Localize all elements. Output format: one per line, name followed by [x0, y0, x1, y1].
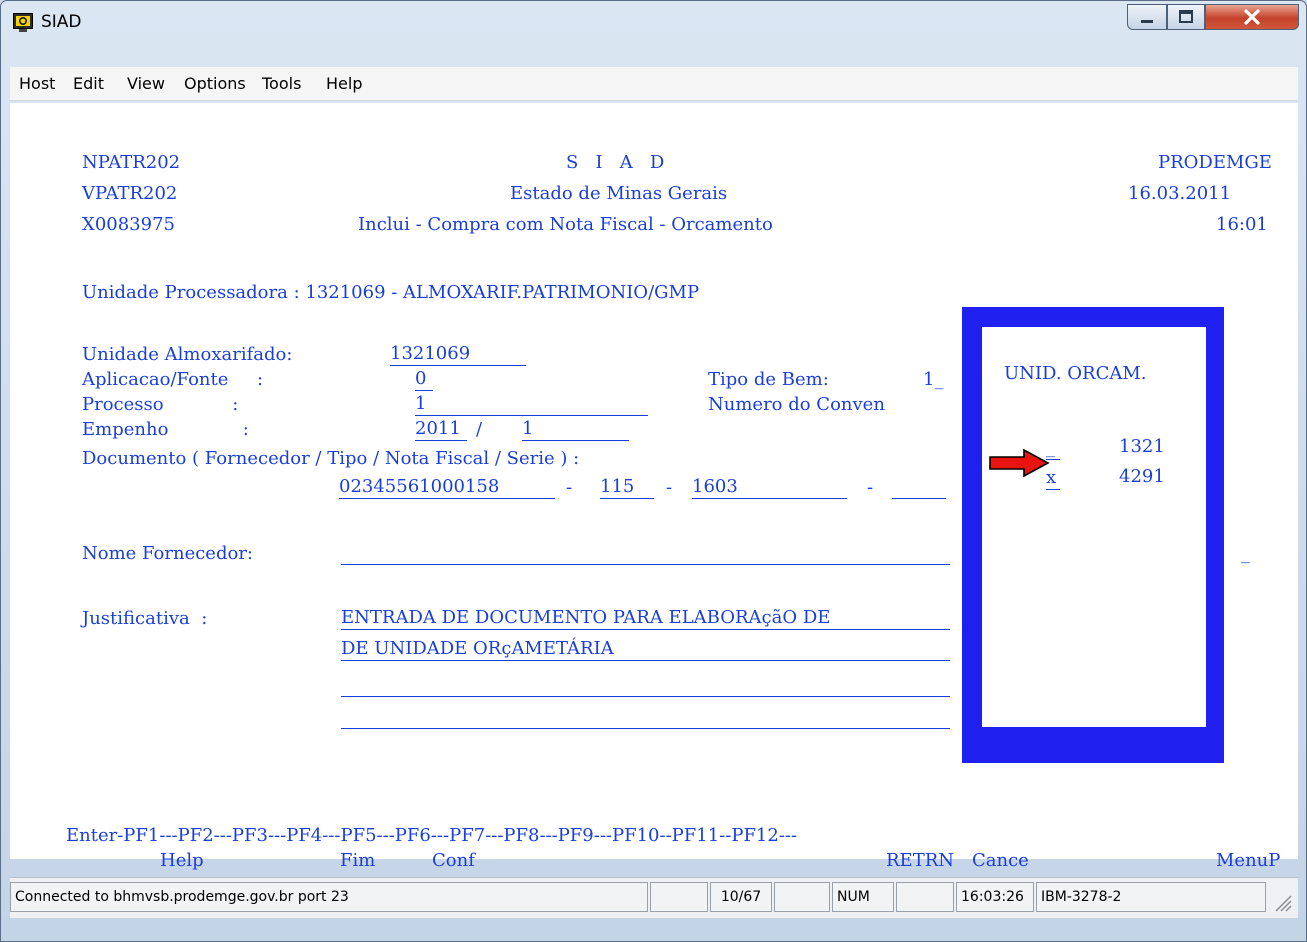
title-bar[interactable]: SIAD: [1, 1, 1306, 45]
program-id: NPATR202: [82, 152, 181, 173]
doc-tipo-field[interactable]: 115: [600, 477, 654, 499]
serie-field[interactable]: [892, 477, 946, 499]
screen-time: 16:01: [1216, 214, 1268, 235]
convenio-label: Numero do Conven: [708, 394, 885, 415]
menu-edit[interactable]: Edit: [73, 74, 104, 93]
almox-label: Unidade Almoxarifado:: [82, 344, 293, 365]
status-time: 16:03:26: [956, 882, 1034, 912]
maximize-icon: [1179, 10, 1193, 23]
nome-fornecedor-label: Nome Fornecedor:: [82, 543, 253, 564]
popup-header: UNID. ORCAM.: [1004, 363, 1147, 384]
num-lock-indicator: NUM: [832, 882, 894, 912]
pf12-menup[interactable]: MenuP: [1216, 850, 1280, 872]
application-window: SIAD Host Edit View Options Tools Help N…: [0, 0, 1307, 942]
unidade-orcamentaria-popup: UNID. ORCAM. _ 1321 x 4291: [962, 307, 1224, 763]
almox-field[interactable]: 1321069: [390, 344, 526, 366]
nome-fornecedor-field[interactable]: [341, 543, 950, 565]
empenho-year-field[interactable]: 2011: [415, 419, 467, 441]
documento-label: Documento ( Fornecedor / Tipo / Nota Fis…: [82, 448, 580, 469]
pf4-conf[interactable]: Conf: [432, 850, 475, 872]
menu-host[interactable]: Host: [19, 74, 55, 93]
view-id: VPATR202: [82, 183, 178, 204]
terminal-app-icon: [13, 13, 33, 32]
menu-options[interactable]: Options: [184, 74, 246, 93]
tipo-bem-field[interactable]: 1_: [923, 369, 943, 391]
state-name: Estado de Minas Gerais: [510, 183, 728, 204]
doc-separator: -: [867, 477, 874, 498]
system-name: S I A D: [566, 152, 665, 173]
tipo-bem-label: Tipo de Bem:: [708, 369, 829, 390]
doc-separator: -: [666, 477, 673, 498]
unid-code-4291: 4291: [1119, 466, 1165, 487]
org-name: PRODEMGE: [1158, 152, 1272, 173]
connection-status: Connected to bhmvsb.prodemge.gov.br port…: [10, 882, 648, 912]
nota-fiscal-field[interactable]: 1603: [692, 477, 847, 499]
user-id: X0083975: [82, 214, 175, 235]
pf-key-line: Enter-PF1---PF2---PF3---PF4---PF5---PF6-…: [66, 825, 798, 846]
menu-help[interactable]: Help: [326, 74, 362, 93]
pf10-cance[interactable]: Cance: [972, 850, 1029, 872]
minimize-button[interactable]: [1127, 4, 1167, 30]
pf1-help[interactable]: Help: [160, 850, 204, 872]
red-arrow-icon: [989, 449, 1050, 477]
unidade-processadora: Unidade Processadora : 1321069 - ALMOXAR…: [82, 282, 700, 303]
fornecedor-cnpj-field[interactable]: 02345561000158: [339, 477, 555, 499]
empenho-slash: /: [476, 419, 483, 440]
empenho-field[interactable]: 1: [522, 419, 629, 441]
justificativa-line-1[interactable]: ENTRADA DE DOCUMENTO PARA ELABORAçãO DE: [341, 608, 950, 630]
justificativa-line-4[interactable]: [341, 707, 950, 729]
justificativa-label: Justificativa :: [82, 608, 208, 629]
cursor-position: 10/67: [710, 882, 772, 912]
doc-separator: -: [566, 477, 573, 498]
aplicacao-field[interactable]: 0: [415, 369, 433, 391]
cursor-mark: _: [1241, 543, 1250, 564]
close-button[interactable]: [1205, 4, 1299, 30]
processo-field[interactable]: 1: [415, 394, 648, 416]
window-title: SIAD: [41, 12, 82, 32]
terminal-screen[interactable]: NPATR202 VPATR202 X0083975 S I A D Estad…: [10, 103, 1298, 871]
justificativa-line-3[interactable]: [341, 675, 950, 697]
screen-title: Inclui - Compra com Nota Fiscal - Orcame…: [358, 214, 773, 235]
status-bar: Connected to bhmvsb.prodemge.gov.br port…: [10, 877, 1298, 918]
status-segment-empty: [896, 882, 954, 912]
processo-label: Processo :: [82, 394, 239, 415]
menu-bar: Host Edit View Options Tools Help: [10, 67, 1298, 101]
screen-date: 16.03.2011: [1128, 183, 1232, 204]
pf9-retrn[interactable]: RETRN: [886, 850, 954, 872]
minimize-icon: [1141, 20, 1153, 23]
menu-tools[interactable]: Tools: [262, 74, 301, 93]
empenho-label: Empenho :: [82, 419, 249, 440]
unid-code-1321: 1321: [1119, 436, 1165, 457]
pf3-fim[interactable]: Fim: [340, 850, 375, 872]
status-segment-empty: [774, 882, 830, 912]
justificativa-line-2[interactable]: DE UNIDADE ORçAMETÁRIA: [341, 639, 950, 661]
resize-grip-icon[interactable]: [1272, 892, 1292, 912]
aplicacao-label: Aplicacao/Fonte :: [82, 369, 264, 390]
terminal-type: IBM-3278-2: [1036, 882, 1266, 912]
maximize-button[interactable]: [1167, 4, 1205, 30]
menu-view[interactable]: View: [127, 74, 165, 93]
status-segment-empty: [650, 882, 708, 912]
close-icon: [1244, 9, 1260, 25]
popup-content: UNID. ORCAM. _ 1321 x 4291: [982, 327, 1206, 727]
